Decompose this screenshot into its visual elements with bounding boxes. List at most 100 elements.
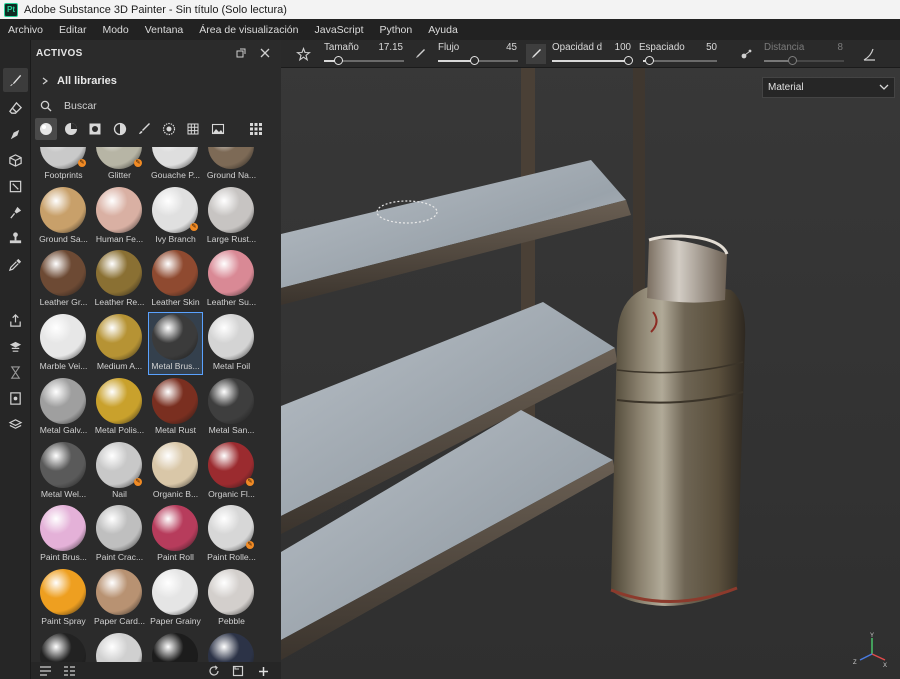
asset-tile[interactable]: Metal San... (204, 376, 259, 439)
spacing-slider-knob[interactable] (644, 56, 654, 65)
tool-settings-button[interactable] (295, 46, 311, 62)
asset-tile[interactable]: Gouache P... (148, 147, 203, 184)
asset-tile[interactable]: Metal Polis... (92, 376, 147, 439)
filter-alphas[interactable] (182, 118, 204, 140)
size-control[interactable]: Tamaño 17.15 (324, 40, 404, 68)
flow-control[interactable]: Flujo 45 (438, 40, 518, 68)
distance-slider[interactable] (764, 56, 844, 65)
asset-tile[interactable]: Metal Brus... (148, 312, 203, 376)
menu-area-visualizacion[interactable]: Área de visualización (193, 24, 304, 36)
flow-value[interactable]: 45 (488, 42, 517, 53)
size-slider[interactable] (324, 56, 404, 65)
asset-tile[interactable]: Leather Su... (204, 248, 259, 311)
projection-tool[interactable] (3, 122, 28, 146)
display-settings-tool[interactable] (3, 386, 28, 410)
spacing-value[interactable]: 50 (689, 42, 717, 53)
paint-brush-tool[interactable] (3, 68, 28, 92)
menu-ayuda[interactable]: Ayuda (422, 24, 464, 36)
list-view-button[interactable] (37, 663, 53, 679)
hourglass-tool[interactable] (3, 360, 28, 384)
opacity-control[interactable]: Opacidad d 100 (552, 40, 633, 68)
asset-tile[interactable]: Medium A... (92, 312, 147, 375)
opacity-value[interactable]: 100 (604, 42, 631, 53)
asset-tile[interactable]: Organic B... (148, 440, 203, 503)
filter-smart-masks[interactable] (84, 118, 106, 140)
asset-tile[interactable]: ✎ Organic Fl... (204, 440, 259, 503)
menu-modo[interactable]: Modo (96, 24, 134, 36)
new-library-button[interactable] (230, 663, 246, 679)
filter-materials[interactable] (35, 118, 57, 140)
size-pressure-toggle[interactable] (412, 46, 428, 62)
menu-javascript[interactable]: JavaScript (309, 24, 370, 36)
asset-tile[interactable] (36, 631, 91, 662)
color-picker-tool[interactable] (3, 252, 28, 276)
size-slider-knob[interactable] (334, 56, 344, 65)
menu-ventana[interactable]: Ventana (139, 24, 190, 36)
asset-tile[interactable]: ✎ Glitter (92, 147, 147, 184)
clone-tool[interactable] (3, 226, 28, 250)
symmetry-settings-button[interactable] (861, 46, 877, 62)
lazy-mouse-toggle[interactable] (739, 46, 755, 62)
polygon-fill-tool[interactable] (3, 174, 28, 198)
asset-tile[interactable]: Metal Foil (204, 312, 259, 375)
asset-tile[interactable]: Pebble (204, 567, 259, 630)
distance-control[interactable]: Distancia 8 (764, 40, 844, 68)
filter-particles[interactable] (158, 118, 180, 140)
asset-tile[interactable] (204, 631, 259, 662)
asset-tile[interactable]: Large Rust... (204, 185, 259, 248)
refresh-button[interactable] (206, 663, 222, 679)
asset-tile[interactable]: Metal Rust (148, 376, 203, 439)
asset-tile[interactable]: Paint Brus... (36, 503, 91, 566)
flow-pressure-toggle[interactable] (526, 44, 546, 64)
asset-tile[interactable]: Leather Re... (92, 248, 147, 311)
filter-smart-materials[interactable] (60, 118, 82, 140)
search-input[interactable]: Buscar (64, 100, 97, 112)
asset-tile[interactable]: Paint Roll (148, 503, 203, 566)
asset-tile[interactable] (148, 631, 203, 662)
float-panel-button[interactable] (233, 45, 249, 61)
asset-tile[interactable]: Paper Card... (92, 567, 147, 630)
menu-python[interactable]: Python (374, 24, 419, 36)
flow-slider-knob[interactable] (470, 56, 479, 65)
asset-tile[interactable]: Leather Skin (148, 248, 203, 311)
spacing-control[interactable]: Espaciado 50 (639, 40, 717, 68)
smudge-tool[interactable] (3, 200, 28, 224)
asset-tile[interactable]: ✎ Paint Rolle... (204, 503, 259, 566)
filter-environments[interactable] (207, 118, 229, 140)
asset-tile[interactable]: Leather Gr... (36, 248, 91, 311)
asset-tile[interactable]: Marble Vei... (36, 312, 91, 375)
details-view-button[interactable] (61, 663, 77, 679)
shader-settings-tool[interactable] (3, 412, 28, 436)
spacing-slider[interactable] (643, 56, 717, 65)
3d-viewport[interactable] (281, 40, 900, 679)
close-panel-button[interactable] (257, 45, 273, 61)
menu-archivo[interactable]: Archivo (2, 24, 49, 36)
filter-brushes[interactable] (133, 118, 155, 140)
bake-tool[interactable] (3, 334, 28, 358)
opacity-slider-knob[interactable] (624, 56, 633, 65)
view-mode-button[interactable] (245, 118, 267, 140)
geometry-fill-tool[interactable] (3, 148, 28, 172)
flow-slider[interactable] (438, 56, 518, 65)
menu-editar[interactable]: Editar (53, 24, 92, 36)
channel-dropdown[interactable]: Material (762, 77, 895, 98)
add-asset-button[interactable] (255, 663, 271, 679)
asset-tile[interactable]: ✎ Nail (92, 440, 147, 503)
asset-tile[interactable]: Metal Galv... (36, 376, 91, 439)
asset-tile[interactable]: Paint Crac... (92, 503, 147, 566)
libraries-breadcrumb[interactable]: All libraries (31, 66, 281, 96)
opacity-slider[interactable] (552, 56, 633, 65)
asset-tile[interactable]: Ground Sa... (36, 185, 91, 248)
asset-tile[interactable]: Paint Spray (36, 567, 91, 630)
eraser-tool[interactable] (3, 96, 28, 120)
asset-tile[interactable]: Human Fe... (92, 185, 147, 248)
asset-tile[interactable]: ✎ Ivy Branch (148, 185, 203, 248)
asset-tile[interactable]: Ground Na... (204, 147, 259, 184)
filter-filters[interactable] (109, 118, 131, 140)
size-value[interactable]: 17.15 (364, 42, 403, 53)
asset-tile[interactable] (92, 631, 147, 662)
export-tool[interactable] (3, 308, 28, 332)
asset-tile[interactable]: Metal Wel... (36, 440, 91, 503)
asset-tile[interactable]: Paper Grainy (148, 567, 203, 630)
distance-value[interactable]: 8 (824, 42, 843, 53)
